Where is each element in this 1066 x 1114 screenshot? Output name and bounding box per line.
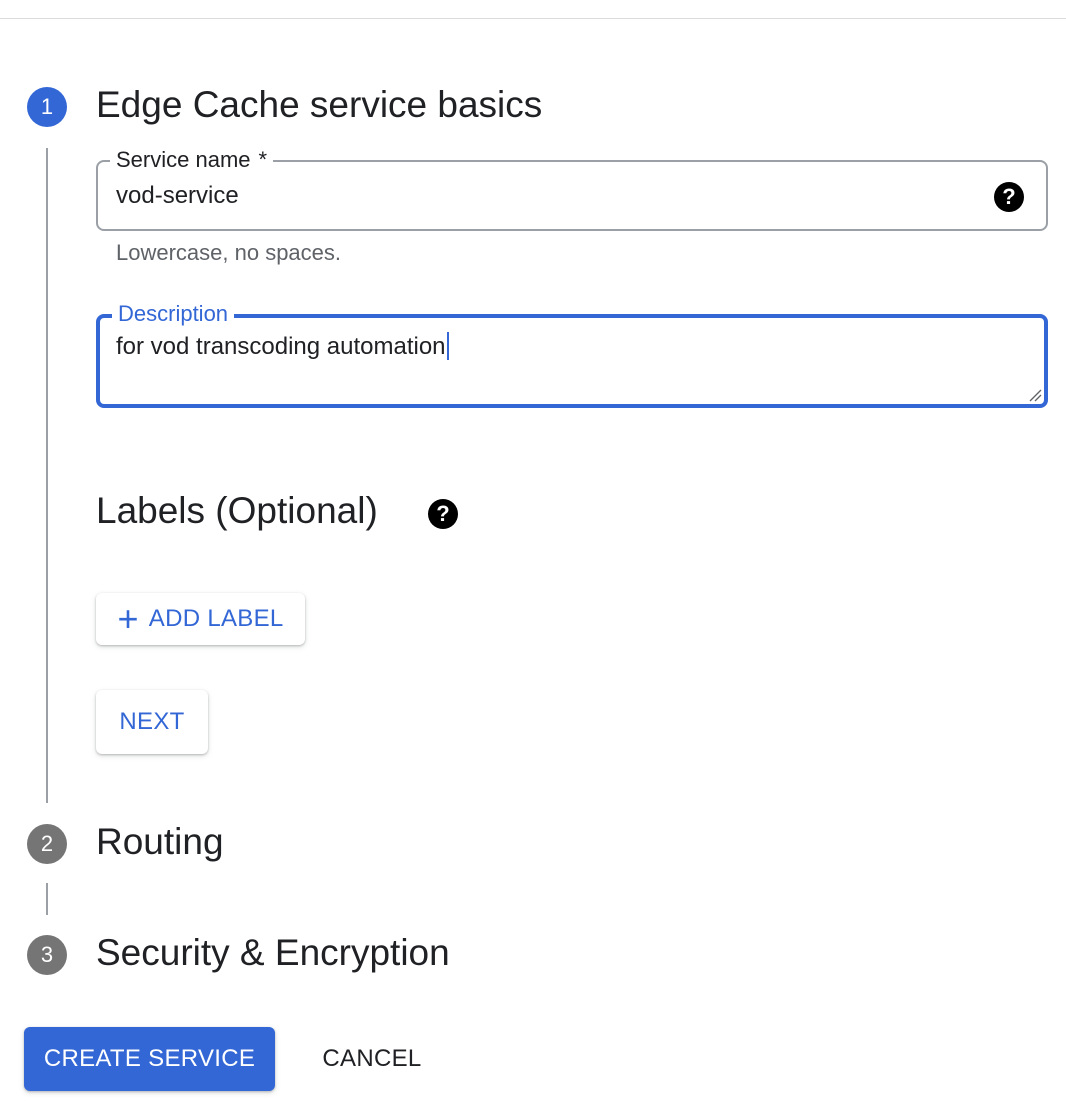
create-service-button-label: CREATE SERVICE: [43, 1045, 256, 1072]
step-1-badge: 1: [27, 87, 67, 127]
next-button[interactable]: NEXT: [96, 690, 208, 754]
cancel-button[interactable]: CANCEL: [300, 1027, 444, 1091]
step-1-number: 1: [40, 94, 54, 119]
service-name-hint: Lowercase, no spaces.: [116, 240, 342, 265]
labels-section-title: Labels (Optional): [96, 490, 378, 531]
service-name-field[interactable]: Service name * vod-service ?: [96, 146, 1048, 231]
step-2-badge: 2: [27, 824, 67, 864]
service-name-input[interactable]: vod-service: [116, 182, 239, 210]
help-circle-icon[interactable]: ?: [994, 182, 1024, 212]
step-2-number: 2: [40, 831, 54, 856]
step-3-title[interactable]: Security & Encryption: [96, 932, 450, 974]
resize-grip-icon[interactable]: [1028, 388, 1042, 402]
labels-help-icon[interactable]: ?: [428, 499, 458, 529]
create-edge-cache-service-page: 1 Edge Cache service basics Service name…: [0, 0, 1066, 1114]
plus-icon: +: [117, 598, 139, 639]
stepper-connector-2: [46, 883, 48, 915]
stepper-connector-1: [46, 148, 48, 803]
text-caret: [446, 332, 449, 360]
service-name-label: Service name: [116, 147, 251, 172]
service-name-label-wrap: Service name *: [110, 146, 274, 174]
create-service-button[interactable]: CREATE SERVICE: [24, 1027, 275, 1091]
step-3-number: 3: [40, 942, 54, 967]
description-label: Description: [112, 300, 235, 328]
step-2-title[interactable]: Routing: [96, 821, 224, 863]
top-divider: [0, 18, 1066, 19]
add-label-button-label: ADD LABEL: [148, 605, 284, 632]
add-label-button[interactable]: + ADD LABEL: [96, 593, 305, 645]
required-marker: *: [258, 147, 268, 172]
cancel-button-label: CANCEL: [322, 1045, 422, 1072]
description-input[interactable]: for vod transcoding automation: [116, 332, 449, 361]
step-1-title[interactable]: Edge Cache service basics: [96, 84, 542, 126]
step-3-badge: 3: [27, 935, 67, 975]
description-text: for vod transcoding automation: [116, 333, 446, 360]
description-field[interactable]: Description for vod transcoding automati…: [96, 300, 1048, 408]
next-button-label: NEXT: [119, 708, 185, 735]
